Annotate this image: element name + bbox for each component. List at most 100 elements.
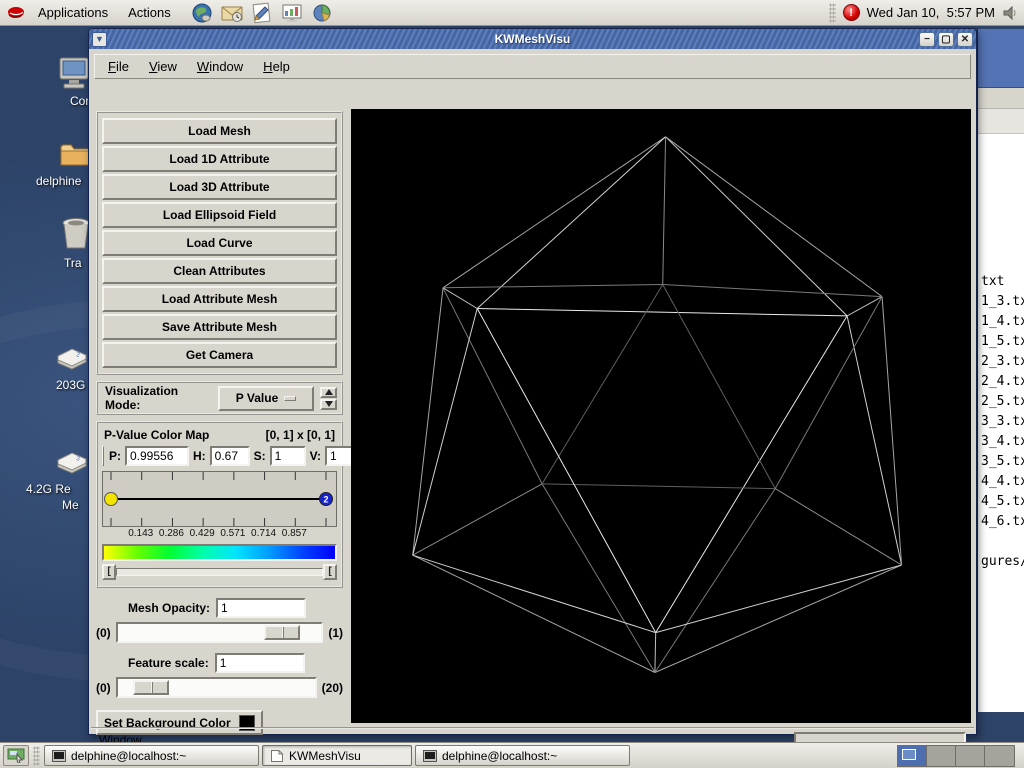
close-button[interactable]: ✕ [957, 32, 973, 47]
button-save-attribute-mesh[interactable]: Save Attribute Mesh [102, 314, 337, 340]
button-get-camera[interactable]: Get Camera [102, 342, 337, 368]
range-left-handle[interactable]: [ [102, 564, 116, 580]
colormap-frame: P-Value Color Map [0, 1] x [0, 1] P:H:S:… [96, 421, 343, 588]
action-buttons-frame: Load MeshLoad 1D AttributeLoad 3D Attrib… [96, 111, 343, 375]
mesh-opacity-input[interactable] [216, 598, 306, 618]
panel-clock[interactable]: Wed Jan 10, 5:57 PM [867, 5, 995, 20]
chart-icon[interactable] [311, 1, 334, 24]
button-load-ellipsoid-field[interactable]: Load Ellipsoid Field [102, 202, 337, 228]
desktop-icon-disk[interactable]: 2 203G [52, 346, 90, 374]
window-titlebar[interactable]: ▼ KWMeshVisu − ▢ ✕ [89, 29, 976, 49]
opacity-slider-handle[interactable] [264, 625, 300, 640]
desktop-icon-label: delphine [36, 174, 81, 188]
mesh-edge [413, 309, 478, 556]
feature-max-label: (20) [322, 681, 343, 695]
menu-view[interactable]: View [140, 56, 186, 77]
tick-label: 0.143 [128, 528, 153, 539]
button-load-1d-attribute[interactable]: Load 1D Attribute [102, 146, 337, 172]
spin-up-button[interactable] [320, 387, 337, 398]
show-desktop-button[interactable] [3, 745, 29, 766]
desktop-icon-label-2: Me [62, 498, 79, 512]
window-menu-button[interactable]: ▼ [92, 32, 107, 47]
colormap-grip[interactable] [102, 446, 104, 466]
minimize-button[interactable]: − [919, 32, 935, 47]
panel-launchers [191, 1, 334, 24]
email-icon[interactable] [221, 1, 244, 24]
colormap-range: [0, 1] x [0, 1] [266, 428, 335, 442]
mesh-edge [477, 137, 665, 309]
button-clean-attributes[interactable]: Clean Attributes [102, 258, 337, 284]
mesh-edge [542, 484, 775, 489]
menu-file[interactable]: File [99, 56, 138, 77]
button-load-mesh[interactable]: Load Mesh [102, 118, 337, 144]
colormap-value-fields: P:H:S:V: [102, 446, 337, 466]
tick-label: 0.714 [251, 528, 276, 539]
workspace-1[interactable] [898, 746, 927, 766]
mesh-edge [663, 137, 666, 285]
panel-drag-handle[interactable] [829, 3, 836, 23]
colormap-editor[interactable]: 2 [102, 471, 337, 527]
workspace-2[interactable] [927, 746, 956, 766]
desktop-icon-home[interactable]: delphine [58, 138, 92, 170]
tick-label: 0.286 [159, 528, 184, 539]
folder-icon [58, 138, 92, 170]
range-right-handle[interactable]: [ [323, 564, 337, 580]
impress-icon[interactable] [281, 1, 304, 24]
menu-help[interactable]: Help [254, 56, 299, 77]
mesh-opacity-label: Mesh Opacity: [128, 601, 210, 615]
task-button-3[interactable]: delphine@localhost:~ [415, 745, 630, 766]
mesh-edge [443, 288, 542, 484]
colormap-point-2-label: 2 [323, 495, 328, 505]
disk-drive-icon: 2 [52, 346, 90, 374]
mesh-opacity-group: Mesh Opacity: (0) (1) [96, 598, 343, 643]
spin-down-button[interactable] [320, 399, 337, 410]
maximize-button[interactable]: ▢ [938, 32, 954, 47]
desktop-icon-computer[interactable]: Com [56, 56, 92, 90]
actions-menu[interactable]: Actions [120, 3, 179, 22]
opacity-min-label: (0) [96, 626, 111, 640]
mesh-edge [443, 285, 663, 288]
field-input-p[interactable] [125, 446, 189, 466]
button-load-curve[interactable]: Load Curve [102, 230, 337, 256]
workspace-3[interactable] [956, 746, 985, 766]
alert-notification-icon[interactable]: ! [843, 4, 860, 21]
colormap-point-1[interactable] [105, 493, 118, 506]
task-button-label: delphine@localhost:~ [71, 749, 186, 763]
visualization-mode-dropdown[interactable]: P Value [218, 386, 314, 411]
top-panel: Applications Actions [0, 0, 1024, 26]
render-canvas-svg [351, 109, 971, 723]
render-viewport[interactable] [351, 109, 971, 723]
bottom-taskbar: delphine@localhost:~KWMeshVisudelphine@l… [0, 742, 1024, 768]
task-button-2[interactable]: KWMeshVisu [262, 745, 412, 766]
range-track[interactable] [116, 568, 323, 576]
colormap-title: P-Value Color Map [104, 428, 209, 442]
background-window-toolbar [978, 109, 1024, 134]
writer-icon[interactable] [251, 1, 274, 24]
button-load-attribute-mesh[interactable]: Load Attribute Mesh [102, 286, 337, 312]
mesh-edge [847, 316, 902, 565]
feature-scale-slider[interactable] [116, 677, 317, 698]
menu-window[interactable]: Window [188, 56, 252, 77]
field-input-h[interactable] [210, 446, 250, 466]
background-window-titlebar[interactable] [978, 29, 1024, 88]
desktop-icon-label: 203G [56, 378, 85, 392]
mesh-opacity-slider[interactable] [116, 622, 324, 643]
taskbar-drag-handle[interactable] [33, 746, 40, 766]
volume-icon[interactable] [1002, 5, 1018, 21]
workspace-4[interactable] [985, 746, 1014, 766]
window-title: KWMeshVisu [89, 32, 976, 46]
mesh-edge [413, 288, 443, 555]
web-browser-icon[interactable] [191, 1, 214, 24]
background-terminal-window[interactable]: txt 1_3.tx 1_4.tx 1_5.tx 2_3.tx 2_4.tx 2… [977, 29, 1024, 712]
tick-label: 0.857 [282, 528, 307, 539]
mesh-edge [666, 137, 883, 297]
feature-scale-input[interactable] [215, 653, 305, 673]
field-input-s[interactable] [270, 446, 306, 466]
kwmeshvisu-window: ▼ KWMeshVisu − ▢ ✕ File View Window Help… [88, 28, 977, 735]
desktop-icon-removable[interactable]: 3 4.2G Re Me [52, 450, 90, 478]
feature-slider-handle[interactable] [133, 680, 169, 695]
task-button-1[interactable]: delphine@localhost:~ [44, 745, 259, 766]
applications-menu[interactable]: Applications [30, 3, 116, 22]
menubar: File View Window Help [94, 54, 971, 79]
button-load-3d-attribute[interactable]: Load 3D Attribute [102, 174, 337, 200]
